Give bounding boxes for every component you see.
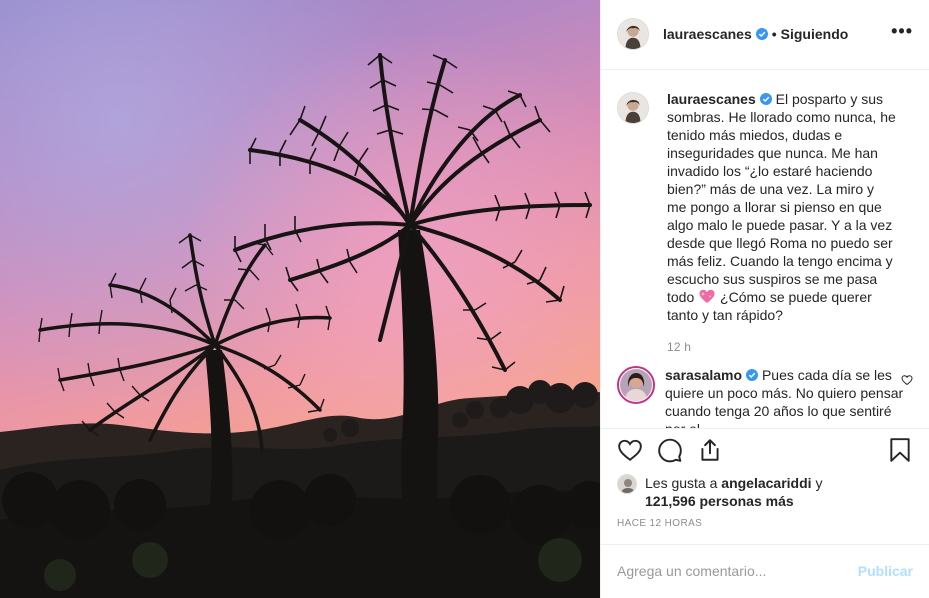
author-username[interactable]: lauraescanes	[663, 26, 752, 42]
bookmark-icon[interactable]	[887, 437, 913, 463]
header-separator: •	[771, 26, 777, 43]
liker-avatar[interactable]	[617, 474, 637, 495]
comment-entry: sarasalamo Pues cada día se les quiere u…	[617, 365, 913, 428]
more-options-icon[interactable]: •••	[891, 22, 913, 46]
following-button[interactable]: Siguiendo	[781, 26, 849, 42]
post-photo[interactable]	[0, 0, 600, 598]
comment-body: sarasalamo Pues cada día se les quiere u…	[665, 366, 905, 428]
post-details-panel: lauraescanes • Siguiendo ••• lauraescane…	[600, 0, 929, 598]
caption-username[interactable]: lauraescanes	[667, 91, 756, 107]
sparkling-heart-icon	[699, 289, 715, 303]
caption-avatar[interactable]	[617, 91, 649, 124]
caption-timestamp[interactable]: 12 h	[667, 338, 897, 356]
post-modal: lauraescanes • Siguiendo ••• lauraescane…	[0, 0, 929, 598]
likes-prefix: Les gusta a	[645, 475, 718, 492]
caption-body: lauraescanes El posparto y sus sombras. …	[667, 90, 897, 356]
comment-like-heart-icon[interactable]	[901, 374, 913, 386]
likes-joiner: y	[815, 475, 823, 492]
author-avatar[interactable]	[617, 18, 649, 51]
likes-count[interactable]: 121,596 personas más	[645, 493, 794, 509]
caption-text: El posparto y sus sombras. He llorado co…	[667, 90, 896, 305]
verified-badge-icon	[759, 92, 772, 105]
caption-entry: lauraescanes El posparto y sus sombras. …	[617, 90, 913, 356]
likes-text: Les gusta a angelacariddi y 121,596 pers…	[645, 474, 822, 510]
comment-icon[interactable]	[657, 437, 683, 463]
heart-icon[interactable]	[617, 437, 643, 463]
author-avatar-icon	[618, 19, 648, 50]
action-bar	[601, 427, 929, 471]
commenter-username[interactable]: sarasalamo	[665, 367, 742, 383]
share-icon[interactable]	[697, 437, 723, 463]
caption-text-end: ¿Cómo se puede querer tanto y tan rápido…	[667, 288, 872, 323]
liker-username[interactable]: angelacariddi	[721, 475, 811, 491]
likes-summary: Les gusta a angelacariddi y 121,596 pers…	[601, 470, 929, 510]
publish-button[interactable]: Publicar	[858, 563, 913, 579]
post-header: lauraescanes • Siguiendo •••	[601, 0, 929, 70]
comment-input[interactable]	[617, 563, 858, 580]
post-time-ago[interactable]: HACE 12 HORAS	[601, 510, 929, 543]
commenter-avatar-icon	[620, 368, 652, 401]
liker-avatar-icon	[618, 475, 636, 494]
commenter-avatar[interactable]	[617, 365, 655, 404]
verified-badge-icon	[746, 368, 759, 381]
verified-badge-icon	[755, 28, 768, 41]
caption-avatar-icon	[618, 92, 648, 123]
comments-list: lauraescanes El posparto y sus sombras. …	[601, 70, 929, 428]
sunset-palm-trees-photo	[0, 0, 600, 598]
add-comment-form: Publicar	[601, 543, 929, 598]
